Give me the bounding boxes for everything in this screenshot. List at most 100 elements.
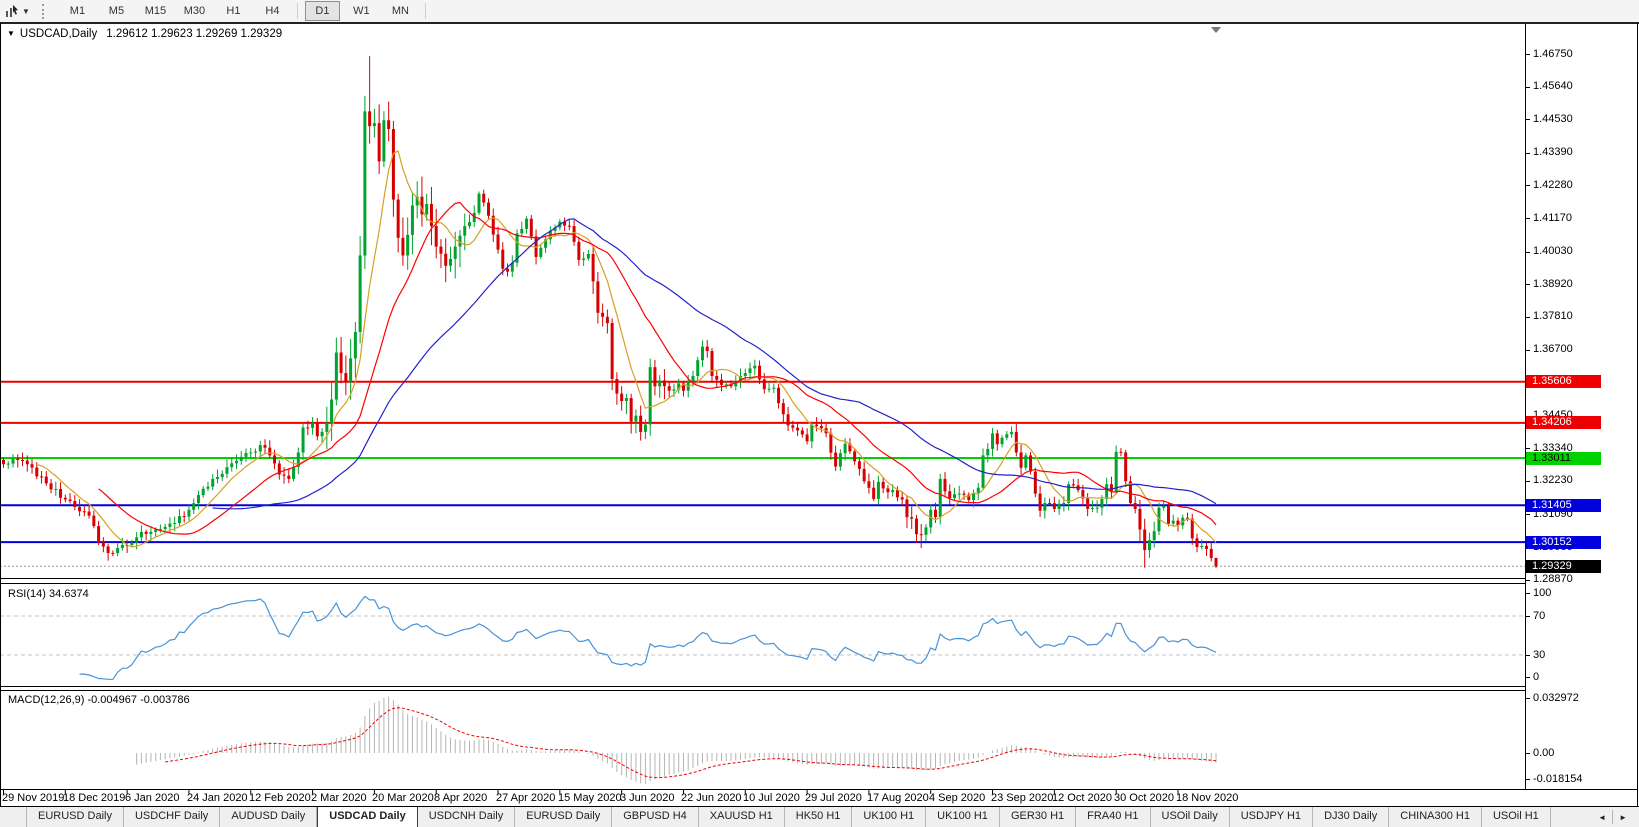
price-tick-label: 1.38920	[1533, 278, 1573, 290]
rsi-tick-label: 70	[1533, 610, 1546, 622]
date-tick-label: 23 Sep 2020	[991, 792, 1054, 804]
price-tick-label: 1.28870	[1533, 573, 1573, 585]
tab-dj30-daily[interactable]: DJ30 Daily	[1313, 807, 1390, 827]
macd-tick-dash	[1525, 753, 1530, 754]
price-tag: 1.34206	[1526, 416, 1601, 429]
tab-fra40-h1[interactable]: FRA40 H1	[1076, 807, 1151, 827]
price-tick-dash	[1525, 54, 1530, 55]
price-tick-dash	[1525, 153, 1530, 154]
chart-ohlc-values: 1.29612 1.29623 1.29269 1.29329	[106, 28, 283, 40]
tab-ger30-h1[interactable]: GER30 H1	[1000, 807, 1077, 827]
panel-divider-rsi-macd[interactable]	[0, 687, 1525, 691]
price-tick-dash	[1525, 252, 1530, 253]
price-tick-dash	[1525, 514, 1530, 515]
date-tick-label: 22 Jun 2020	[681, 792, 742, 804]
price-tag: 1.35606	[1526, 375, 1601, 388]
price-tag: 1.33011	[1526, 452, 1601, 465]
tab-xauusd-h1[interactable]: XAUUSD H1	[699, 807, 785, 827]
macd-tick-label: 0.00	[1533, 747, 1555, 759]
macd-tick-label: 0.032972	[1533, 692, 1579, 704]
price-tick-label: 1.40030	[1533, 245, 1573, 257]
date-tick-label: 30 Oct 2020	[1114, 792, 1174, 804]
tab-scroll-right-icon[interactable]: ►	[1613, 813, 1633, 822]
price-tag: 1.29329	[1526, 560, 1601, 573]
date-tick-label: 17 Aug 2020	[867, 792, 929, 804]
rsi-tick-label: 100	[1533, 587, 1552, 599]
chart-header: ▼ USDCAD,Daily 1.29612 1.29623 1.29269 1.2…	[7, 28, 282, 40]
tab-eurusd-daily[interactable]: EURUSD Daily	[515, 807, 613, 827]
date-tick-label: 12 Feb 2020	[249, 792, 311, 804]
rsi-tick-label: 30	[1533, 649, 1546, 661]
date-tick-label: 18 Dec 2019	[63, 792, 126, 804]
date-tick-label: 4 Sep 2020	[929, 792, 986, 804]
date-tick-label: 27 Apr 2020	[496, 792, 556, 804]
tab-bar-spacer	[0, 807, 27, 827]
price-chart-canvas[interactable]	[0, 0, 1639, 827]
rsi-panel-top-border	[0, 583, 1526, 584]
date-tick-label: 8 Apr 2020	[434, 792, 488, 804]
tab-hk50-h1[interactable]: HK50 H1	[785, 807, 853, 827]
date-tick-label: 3 Jun 2020	[620, 792, 675, 804]
date-tick-label: 2 Mar 2020	[311, 792, 367, 804]
date-tick-label: 18 Nov 2020	[1176, 792, 1239, 804]
price-tick-label: 1.36700	[1533, 343, 1573, 355]
price-tick-label: 1.42280	[1533, 179, 1573, 191]
price-tick-dash	[1525, 185, 1530, 186]
tab-china300-h1[interactable]: CHINA300 H1	[1389, 807, 1482, 827]
date-tick-label: 12 Oct 2020	[1052, 792, 1112, 804]
symbol-tab-bar: EURUSD Daily USDCHF Daily AUDUSD Daily USDC…	[0, 806, 1639, 827]
price-tick-label: 1.45640	[1533, 80, 1573, 92]
price-tag: 1.31405	[1526, 499, 1601, 512]
macd-tick-dash	[1525, 779, 1530, 780]
price-tick-dash	[1525, 448, 1530, 449]
price-scale[interactable]	[1526, 24, 1639, 789]
price-tick-dash	[1525, 119, 1530, 120]
macd-indicator-label: MACD(12,26,9) -0.004967 -0.003786	[8, 694, 190, 706]
price-tick-dash	[1525, 481, 1530, 482]
price-tick-dash	[1525, 580, 1530, 581]
price-tick-dash	[1525, 87, 1530, 88]
date-tick-label: 29 Nov 2019	[2, 792, 65, 804]
symbol-dropdown-icon[interactable]: ▼	[7, 29, 15, 38]
tab-audusd-daily[interactable]: AUDUSD Daily	[220, 807, 318, 827]
price-tick-label: 1.37810	[1533, 310, 1573, 322]
price-tick-dash	[1525, 218, 1530, 219]
rsi-tick-dash	[1525, 593, 1530, 594]
rsi-tick-dash	[1525, 677, 1530, 678]
price-tick-label: 1.46750	[1533, 48, 1573, 60]
rsi-tick-dash	[1525, 616, 1530, 617]
rsi-indicator-label: RSI(14) 34.6374	[8, 588, 89, 600]
tab-eurusd-daily[interactable]: EURUSD Daily	[27, 807, 124, 827]
tab-uk100-h1[interactable]: UK100 H1	[852, 807, 927, 827]
tab-usoil-h1[interactable]: USOil H1	[1482, 807, 1551, 827]
macd-tick-label: -0.018154	[1533, 773, 1583, 785]
tab-usdcad-daily[interactable]: USDCAD Daily	[317, 807, 418, 827]
tab-scroll-left-icon[interactable]: ◄	[1592, 813, 1612, 822]
price-tick-dash	[1525, 284, 1530, 285]
tab-gbpusd-h4[interactable]: GBPUSD H4	[612, 807, 699, 827]
price-tick-dash	[1525, 317, 1530, 318]
price-tick-label: 1.44530	[1533, 113, 1573, 125]
price-tick-label: 1.32230	[1533, 474, 1573, 486]
chart-symbol-period: USDCAD,Daily	[19, 28, 98, 40]
trading-platform-window: ▼ M1 M5 M15 M30 H1 H4 D1 W1 MN ▼ USDCAD,Daily 1.29…	[0, 0, 1639, 827]
rsi-tick-dash	[1525, 655, 1530, 656]
tab-uk100-h1[interactable]: UK100 H1	[926, 807, 1000, 827]
price-tick-label: 1.41170	[1533, 212, 1572, 224]
panel-divider-main-rsi[interactable]	[0, 579, 1525, 583]
price-tick-dash	[1525, 350, 1530, 351]
price-tick-label: 1.43390	[1533, 146, 1573, 158]
date-tick-label: 15 May 2020	[558, 792, 622, 804]
date-tick-label: 29 Jul 2020	[805, 792, 862, 804]
date-tick-label: 10 Jul 2020	[743, 792, 800, 804]
date-tick-label: 24 Jan 2020	[187, 792, 248, 804]
tab-usdcnh-daily[interactable]: USDCNH Daily	[418, 807, 516, 827]
price-tag: 1.30152	[1526, 536, 1601, 549]
rsi-tick-label: 0	[1533, 671, 1540, 683]
tab-usoil-daily[interactable]: USOil Daily	[1151, 807, 1230, 827]
tab-usdjpy-h1[interactable]: USDJPY H1	[1230, 807, 1314, 827]
tab-usdchf-daily[interactable]: USDCHF Daily	[124, 807, 221, 827]
date-tick-label: 20 Mar 2020	[372, 792, 434, 804]
tab-scroll-arrows: ◄ ►	[1592, 807, 1639, 827]
macd-tick-dash	[1525, 698, 1530, 699]
